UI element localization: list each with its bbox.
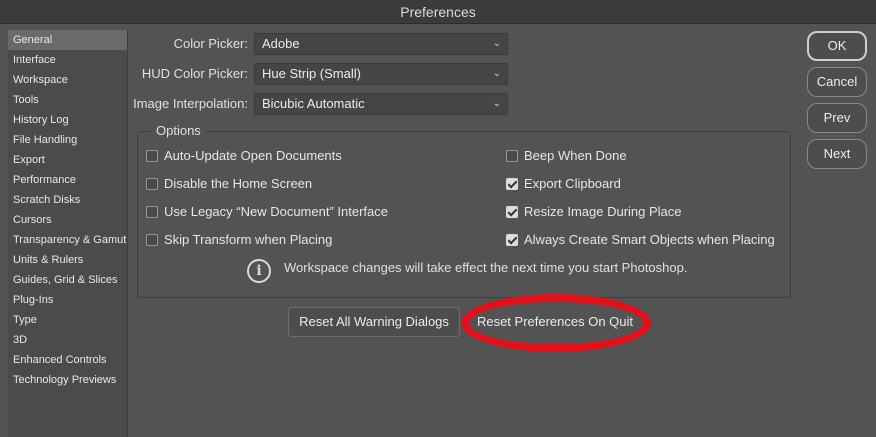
hud-color-picker-select[interactable]: Hue Strip (Small) ⌄ xyxy=(254,63,508,85)
checkbox-icon[interactable] xyxy=(146,178,158,190)
sidebar-item-performance[interactable]: Performance xyxy=(8,170,127,190)
reset-all-warning-dialogs-button[interactable]: Reset All Warning Dialogs xyxy=(288,307,460,337)
sidebar-item-workspace[interactable]: Workspace xyxy=(8,70,127,90)
option-label: Skip Transform when Placing xyxy=(164,232,333,247)
color-picker-label: Color Picker: xyxy=(173,36,248,51)
cancel-button[interactable]: Cancel xyxy=(807,67,867,97)
checkbox-checked-icon[interactable] xyxy=(506,234,518,246)
hud-color-picker-value: Hue Strip (Small) xyxy=(262,66,361,81)
chevron-down-icon: ⌄ xyxy=(492,98,501,109)
sidebar-item-units-rulers[interactable]: Units & Rulers xyxy=(8,250,127,270)
option-skip-transform[interactable]: Skip Transform when Placing xyxy=(146,232,332,248)
sidebar-item-enhanced-controls[interactable]: Enhanced Controls xyxy=(8,350,127,370)
option-auto-update-open-documents[interactable]: Auto-Update Open Documents xyxy=(146,148,342,164)
ok-button[interactable]: OK xyxy=(807,31,867,61)
workspace-notice: Workspace changes will take effect the n… xyxy=(284,260,688,275)
sidebar-item-cursors[interactable]: Cursors xyxy=(8,210,127,230)
sidebar-item-guides-grid-slices[interactable]: Guides, Grid & Slices xyxy=(8,270,127,290)
sidebar-item-transparency-gamut[interactable]: Transparency & Gamut xyxy=(8,230,127,250)
checkbox-icon[interactable] xyxy=(146,234,158,246)
option-label: Use Legacy “New Document” Interface xyxy=(164,204,388,219)
option-resize-image-during-place[interactable]: Resize Image During Place xyxy=(506,204,682,220)
chevron-down-icon: ⌄ xyxy=(492,68,501,79)
image-interpolation-value: Bicubic Automatic xyxy=(262,96,365,111)
chevron-down-icon: ⌄ xyxy=(492,38,501,49)
sidebar-item-plug-ins[interactable]: Plug-Ins xyxy=(8,290,127,310)
image-interpolation-label: Image Interpolation: xyxy=(133,96,248,111)
color-picker-select[interactable]: Adobe ⌄ xyxy=(254,33,508,55)
prev-button[interactable]: Prev xyxy=(807,103,867,133)
sidebar-item-history-log[interactable]: History Log xyxy=(8,110,127,130)
hud-color-picker-row: HUD Color Picker: xyxy=(130,63,248,85)
option-beep-when-done[interactable]: Beep When Done xyxy=(506,148,627,164)
sidebar-item-3d[interactable]: 3D xyxy=(8,330,127,350)
option-label: Always Create Smart Objects when Placing xyxy=(524,232,775,247)
option-label: Beep When Done xyxy=(524,148,627,163)
option-legacy-new-document[interactable]: Use Legacy “New Document” Interface xyxy=(146,204,388,220)
checkbox-checked-icon[interactable] xyxy=(506,178,518,190)
checkbox-checked-icon[interactable] xyxy=(506,206,518,218)
window-title: Preferences xyxy=(0,0,876,24)
checkbox-icon[interactable] xyxy=(506,150,518,162)
option-export-clipboard[interactable]: Export Clipboard xyxy=(506,176,621,192)
sidebar-item-type[interactable]: Type xyxy=(8,310,127,330)
option-label: Resize Image During Place xyxy=(524,204,682,219)
option-label: Auto-Update Open Documents xyxy=(164,148,342,163)
sidebar-item-scratch-disks[interactable]: Scratch Disks xyxy=(8,190,127,210)
color-picker-value: Adobe xyxy=(262,36,300,51)
sidebar-item-file-handling[interactable]: File Handling xyxy=(8,130,127,150)
info-icon: i xyxy=(247,259,271,283)
sidebar-item-interface[interactable]: Interface xyxy=(8,50,127,70)
sidebar-item-general[interactable]: General xyxy=(8,30,127,50)
hud-color-picker-label: HUD Color Picker: xyxy=(141,66,248,81)
option-label: Export Clipboard xyxy=(524,176,621,191)
sidebar-item-technology-previews[interactable]: Technology Previews xyxy=(8,370,127,390)
image-interpolation-row: Image Interpolation: xyxy=(130,93,248,115)
sidebar-item-export[interactable]: Export xyxy=(8,150,127,170)
image-interpolation-select[interactable]: Bicubic Automatic ⌄ xyxy=(254,93,508,115)
option-disable-home-screen[interactable]: Disable the Home Screen xyxy=(146,176,312,192)
red-annotation-circle xyxy=(461,294,651,352)
color-picker-row: Color Picker: xyxy=(130,33,248,55)
sidebar-item-tools[interactable]: Tools xyxy=(8,90,127,110)
next-button[interactable]: Next xyxy=(807,139,867,169)
option-label: Disable the Home Screen xyxy=(164,176,313,191)
option-always-create-smart-objects[interactable]: Always Create Smart Objects when Placing xyxy=(506,232,775,248)
checkbox-icon[interactable] xyxy=(146,206,158,218)
preferences-sidebar: General Interface Workspace Tools Histor… xyxy=(8,30,128,437)
options-legend: Options xyxy=(150,123,207,138)
checkbox-icon[interactable] xyxy=(146,150,158,162)
